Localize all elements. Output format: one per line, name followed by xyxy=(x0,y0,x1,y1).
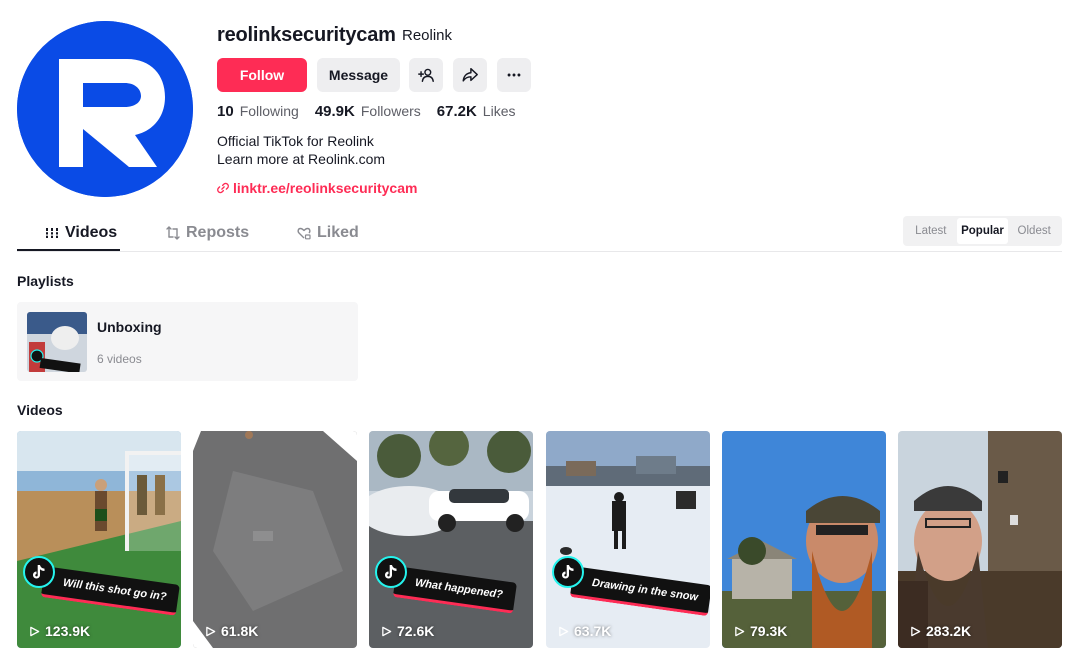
view-count-value: 72.6K xyxy=(397,623,435,639)
video-card[interactable]: 61.8K xyxy=(193,431,357,648)
heart-lock-icon xyxy=(297,227,311,240)
video-card[interactable]: 79.3K xyxy=(722,431,886,648)
bio-line: Official TikTok for Reolink xyxy=(217,133,374,149)
tiktok-logo-icon xyxy=(23,556,55,588)
profile-stats: 10 Following 49.9K Followers 67.2K Likes xyxy=(217,103,515,120)
message-button[interactable]: Message xyxy=(317,58,400,92)
profile-link-text: linktr.ee/reolinksecuritycam xyxy=(233,180,418,196)
add-friend-button[interactable] xyxy=(409,58,443,92)
video-thumbnail xyxy=(193,431,357,648)
likes-stat: 67.2K Likes xyxy=(437,103,516,120)
view-count-value: 61.8K xyxy=(221,623,259,639)
play-icon xyxy=(382,626,392,636)
video-thumbnail xyxy=(898,431,1062,648)
sort-popular[interactable]: Popular xyxy=(956,218,1009,244)
view-count: 61.8K xyxy=(205,623,258,639)
tab-videos[interactable]: Videos xyxy=(45,224,117,242)
playlists-heading: Playlists xyxy=(17,273,74,289)
profile-username: reolinksecuritycam xyxy=(217,24,396,46)
reolink-logo-icon xyxy=(17,21,193,197)
profile-avatar[interactable] xyxy=(17,21,193,197)
followers-label: Followers xyxy=(360,103,421,119)
follow-button[interactable]: Follow xyxy=(217,58,307,92)
share-icon xyxy=(462,67,478,82)
likes-label: Likes xyxy=(482,103,516,119)
grid-icon xyxy=(45,228,59,238)
tab-reposts-label: Reposts xyxy=(186,224,250,241)
view-count-value: 79.3K xyxy=(750,623,788,639)
tab-liked-label: Liked xyxy=(317,224,359,241)
view-count-value: 283.2K xyxy=(926,623,972,639)
video-thumbnail xyxy=(17,431,181,648)
playlist-thumbnail xyxy=(27,312,87,372)
tab-liked[interactable]: Liked xyxy=(297,224,359,242)
view-count: 63.7K xyxy=(558,623,611,639)
view-count: 72.6K xyxy=(381,623,434,639)
view-count: 283.2K xyxy=(910,623,971,639)
videos-heading: Videos xyxy=(17,402,63,418)
play-icon xyxy=(735,626,745,636)
link-icon xyxy=(217,182,229,194)
sort-latest[interactable]: Latest xyxy=(905,218,957,244)
tab-videos-label: Videos xyxy=(65,224,118,241)
followers-count: 49.9K xyxy=(314,103,355,120)
sort-toggle: Latest Popular Oldest xyxy=(903,216,1062,246)
more-horizontal-icon xyxy=(507,73,521,77)
play-icon xyxy=(911,626,921,636)
video-card[interactable]: What happened? 72.6K xyxy=(369,431,533,648)
tab-reposts[interactable]: Reposts xyxy=(166,224,249,242)
view-count: 79.3K xyxy=(734,623,787,639)
following-count: 10 xyxy=(217,103,234,120)
likes-count: 67.2K xyxy=(436,103,477,120)
play-icon xyxy=(559,626,569,636)
playlist-name: Unboxing xyxy=(97,319,162,335)
following-label: Following xyxy=(239,103,299,119)
bio-line: Learn more at Reolink.com xyxy=(217,151,386,167)
profile-link[interactable]: linktr.ee/reolinksecuritycam xyxy=(217,180,417,196)
view-count: 123.9K xyxy=(29,623,90,639)
tiktok-logo-icon xyxy=(375,556,407,588)
playlist-video-count: 6 videos xyxy=(97,352,142,366)
share-button[interactable] xyxy=(453,58,487,92)
active-tab-indicator xyxy=(17,249,120,251)
video-card[interactable]: Drawing in the snow 63.7K xyxy=(546,431,710,648)
following-stat[interactable]: 10 Following xyxy=(217,103,299,120)
sort-oldest[interactable]: Oldest xyxy=(1008,218,1060,244)
playlist-card[interactable]: Unboxing 6 videos xyxy=(17,302,358,381)
view-count-value: 63.7K xyxy=(574,623,612,639)
video-card[interactable]: 283.2K xyxy=(898,431,1062,648)
tiktok-logo-icon xyxy=(552,556,584,588)
view-count-value: 123.9K xyxy=(45,623,91,639)
followers-stat[interactable]: 49.9K Followers xyxy=(315,103,421,120)
repost-icon xyxy=(166,226,180,240)
video-thumbnail xyxy=(722,431,886,648)
video-thumbnail xyxy=(369,431,533,648)
add-user-icon xyxy=(418,68,434,83)
video-card[interactable]: Will this shot go in? 123.9K xyxy=(17,431,181,648)
play-icon xyxy=(30,626,40,636)
video-thumbnail xyxy=(546,431,710,648)
profile-bio: Official TikTok for Reolink Learn more a… xyxy=(217,132,385,168)
play-icon xyxy=(206,626,216,636)
more-options-button[interactable] xyxy=(497,58,531,92)
profile-nickname: Reolink xyxy=(402,27,453,44)
